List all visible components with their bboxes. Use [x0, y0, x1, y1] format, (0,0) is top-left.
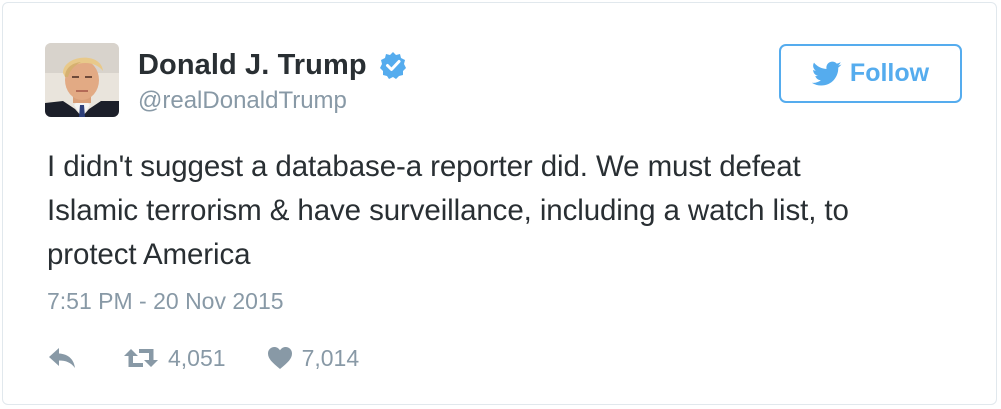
follow-button[interactable]: Follow [779, 44, 962, 103]
tweet-card: Donald J. Trump @realDonaldTrump Follow … [2, 2, 997, 405]
tweet-actions: 4,051 7,014 [47, 341, 359, 375]
verified-badge-icon [379, 51, 407, 79]
reply-icon [47, 347, 77, 369]
profile-photo [45, 43, 119, 117]
retweet-icon [123, 346, 159, 370]
tweet-text-line: I didn't suggest a database-a reporter d… [47, 150, 801, 183]
twitter-bird-icon [811, 61, 842, 87]
avatar[interactable] [45, 43, 119, 117]
retweet-button[interactable]: 4,051 [123, 345, 226, 372]
display-name[interactable]: Donald J. Trump [138, 49, 367, 82]
tweet-text: I didn't suggest a database-a reporter d… [47, 145, 967, 277]
tweet-text-line: Islamic terrorism & have surveillance, i… [47, 194, 849, 227]
retweet-count: 4,051 [168, 344, 226, 371]
follow-button-label: Follow [849, 59, 930, 87]
heart-icon [267, 346, 293, 370]
like-button[interactable]: 7,014 [267, 344, 360, 372]
like-count: 7,014 [301, 344, 360, 371]
user-handle[interactable]: @realDonaldTrump [138, 87, 347, 115]
tweet-text-line: protect America [47, 238, 251, 271]
name-row: Donald J. Trump [138, 45, 407, 85]
tweet-timestamp[interactable]: 7:51 PM - 20 Nov 2015 [47, 288, 284, 315]
reply-button[interactable] [47, 347, 83, 369]
